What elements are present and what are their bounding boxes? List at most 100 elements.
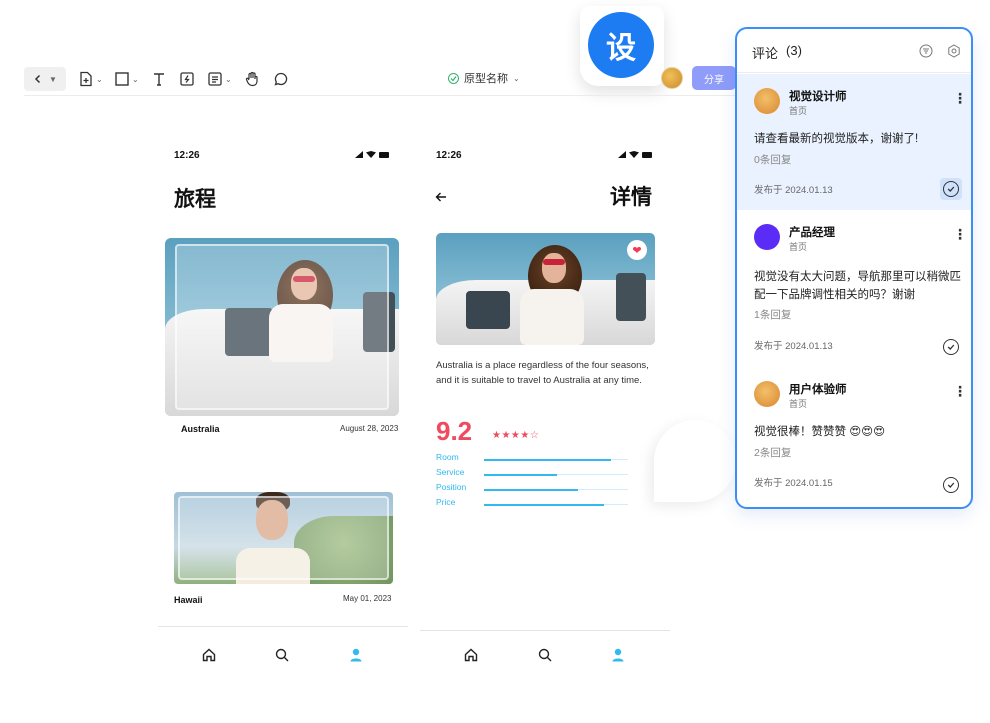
profile-icon[interactable]: [348, 647, 364, 663]
wifi-icon: [629, 151, 639, 158]
battery-icon: [379, 151, 389, 158]
comment-item[interactable]: 视觉设计师 首页 ⋮ 请查看最新的视觉版本，谢谢了! 0条回复 发布于 2024…: [737, 74, 971, 210]
project-name-dropdown[interactable]: 原型名称 ⌄: [448, 70, 520, 86]
page-title: 详情: [610, 186, 652, 209]
search-icon[interactable]: [537, 647, 553, 663]
resolve-check-icon[interactable]: [943, 339, 959, 355]
rating-track: [484, 458, 628, 461]
hand-tool[interactable]: [244, 68, 260, 90]
comment-item[interactable]: 产品经理 首页 ⋮ 视觉没有太大问题，导航那里可以稍微匹配一下品牌调性相关的吗？…: [737, 210, 971, 360]
rating-label: Service: [436, 467, 465, 477]
add-page-tool[interactable]: ⌄: [78, 68, 103, 90]
resolve-check-icon[interactable]: [943, 477, 959, 493]
avatar: [754, 381, 780, 407]
comment-replies[interactable]: 2条回复: [754, 445, 791, 460]
comments-title-text: 评论: [752, 46, 779, 61]
rating-row: Price: [436, 497, 630, 511]
rating-track: [484, 473, 628, 476]
component-tool[interactable]: [179, 68, 195, 90]
add-page-icon: [80, 71, 92, 87]
status-icons: [355, 151, 389, 158]
comment-date: 发布于 2024.01.13: [754, 341, 833, 352]
back-icon: [34, 74, 41, 84]
chevron-down-icon: ⌄: [132, 74, 139, 84]
comment-replies[interactable]: 0条回复: [754, 152, 791, 167]
rating-fill: [484, 503, 604, 506]
chevron-down-icon: ⌄: [225, 74, 232, 84]
note-tool[interactable]: ⌄: [207, 68, 232, 90]
saved-check-icon: [448, 72, 459, 84]
filter-icon[interactable]: [919, 44, 933, 58]
chevron-down-icon: ⌄: [96, 74, 103, 84]
text-icon: [154, 73, 164, 86]
search-icon[interactable]: [274, 647, 290, 663]
hawaii-photo[interactable]: [174, 492, 393, 584]
app-root: 设 ▼ ⌄ ⌄ ⌄ 原型名称 ⌄ 分享 12:26 旅程 Australia A…: [0, 0, 990, 723]
hand-icon: [245, 71, 258, 87]
rectangle-tool[interactable]: ⌄: [114, 68, 139, 90]
share-button[interactable]: 分享: [692, 66, 736, 90]
rating-row: Room: [436, 452, 630, 466]
comment-icon: [274, 72, 288, 86]
rating-stars: ★★★★☆: [492, 430, 540, 441]
rectangle-icon: [115, 72, 129, 86]
comment-page: 首页: [789, 242, 808, 252]
avatar: [754, 224, 780, 250]
more-icon[interactable]: ⋮: [953, 384, 967, 398]
card-place: Australia: [181, 424, 220, 434]
australia-photo[interactable]: [165, 238, 399, 416]
status-time: 12:26: [436, 150, 462, 161]
detail-photo: ❤: [436, 233, 655, 345]
signal-icon: [355, 151, 363, 158]
page-title: 旅程: [174, 188, 216, 211]
project-name: 原型名称: [464, 73, 508, 85]
resolve-check-icon[interactable]: [943, 181, 959, 197]
toolbar: ▼ ⌄ ⌄ ⌄ 原型名称 ⌄ 分享: [24, 64, 744, 96]
rating-label: Room: [436, 452, 459, 462]
tabbar-divider: [420, 630, 670, 631]
rating-track: [484, 488, 628, 491]
favorite-heart-icon[interactable]: ❤: [627, 240, 647, 260]
comment-text: 视觉没有太大问题，导航那里可以稍微匹配一下品牌调性相关的吗？谢谢: [754, 271, 961, 301]
decorative-blob: [654, 420, 736, 502]
note-icon: [208, 72, 222, 86]
comment-replies[interactable]: 1条回复: [754, 307, 791, 322]
card-date: May 01, 2023: [343, 594, 392, 603]
comment-page: 首页: [789, 399, 808, 409]
home-icon[interactable]: [201, 647, 217, 663]
place-description: Australia is a place regardless of the f…: [436, 360, 649, 386]
comments-title: 评论 (3): [752, 43, 802, 62]
user-avatar[interactable]: [661, 67, 683, 89]
chevron-down-icon: ⌄: [513, 73, 520, 83]
avatar: [754, 88, 780, 114]
comments-header: 评论 (3): [737, 29, 971, 73]
rating-label: Price: [436, 497, 456, 507]
chevron-down-icon: ▼: [49, 74, 57, 84]
status-icons: [618, 151, 652, 158]
rating-label: Position: [436, 482, 467, 492]
rating-fill: [484, 473, 558, 476]
rating-fill: [484, 458, 611, 461]
back-button[interactable]: ▼: [24, 67, 66, 91]
back-arrow-icon[interactable]: [434, 190, 448, 204]
comment-text: 请查看最新的视觉版本，谢谢了!: [754, 133, 919, 145]
status-time: 12:26: [174, 150, 200, 161]
home-icon[interactable]: [463, 647, 479, 663]
more-icon[interactable]: ⋮: [953, 91, 967, 105]
comment-author: 视觉设计师: [789, 91, 847, 103]
card-date: August 28, 2023: [340, 424, 399, 433]
settings-icon[interactable]: [947, 44, 961, 58]
more-icon[interactable]: ⋮: [953, 227, 967, 241]
comment-item[interactable]: 用户体验师 首页 ⋮ 视觉很棒！赞赞赞 😍😍😍 2条回复 发布于 2024.01…: [737, 367, 971, 507]
comment-tool[interactable]: [273, 68, 289, 90]
rating-fill: [484, 488, 578, 491]
profile-icon[interactable]: [610, 647, 626, 663]
component-icon: [180, 72, 194, 86]
rating-row: Position: [436, 482, 630, 496]
comment-date: 发布于 2024.01.15: [754, 478, 833, 489]
text-tool[interactable]: [151, 68, 167, 90]
comment-author: 用户体验师: [789, 384, 847, 396]
comment-date: 发布于 2024.01.13: [754, 185, 833, 196]
rating-score: 9.2: [436, 416, 473, 446]
signal-icon: [618, 151, 626, 158]
